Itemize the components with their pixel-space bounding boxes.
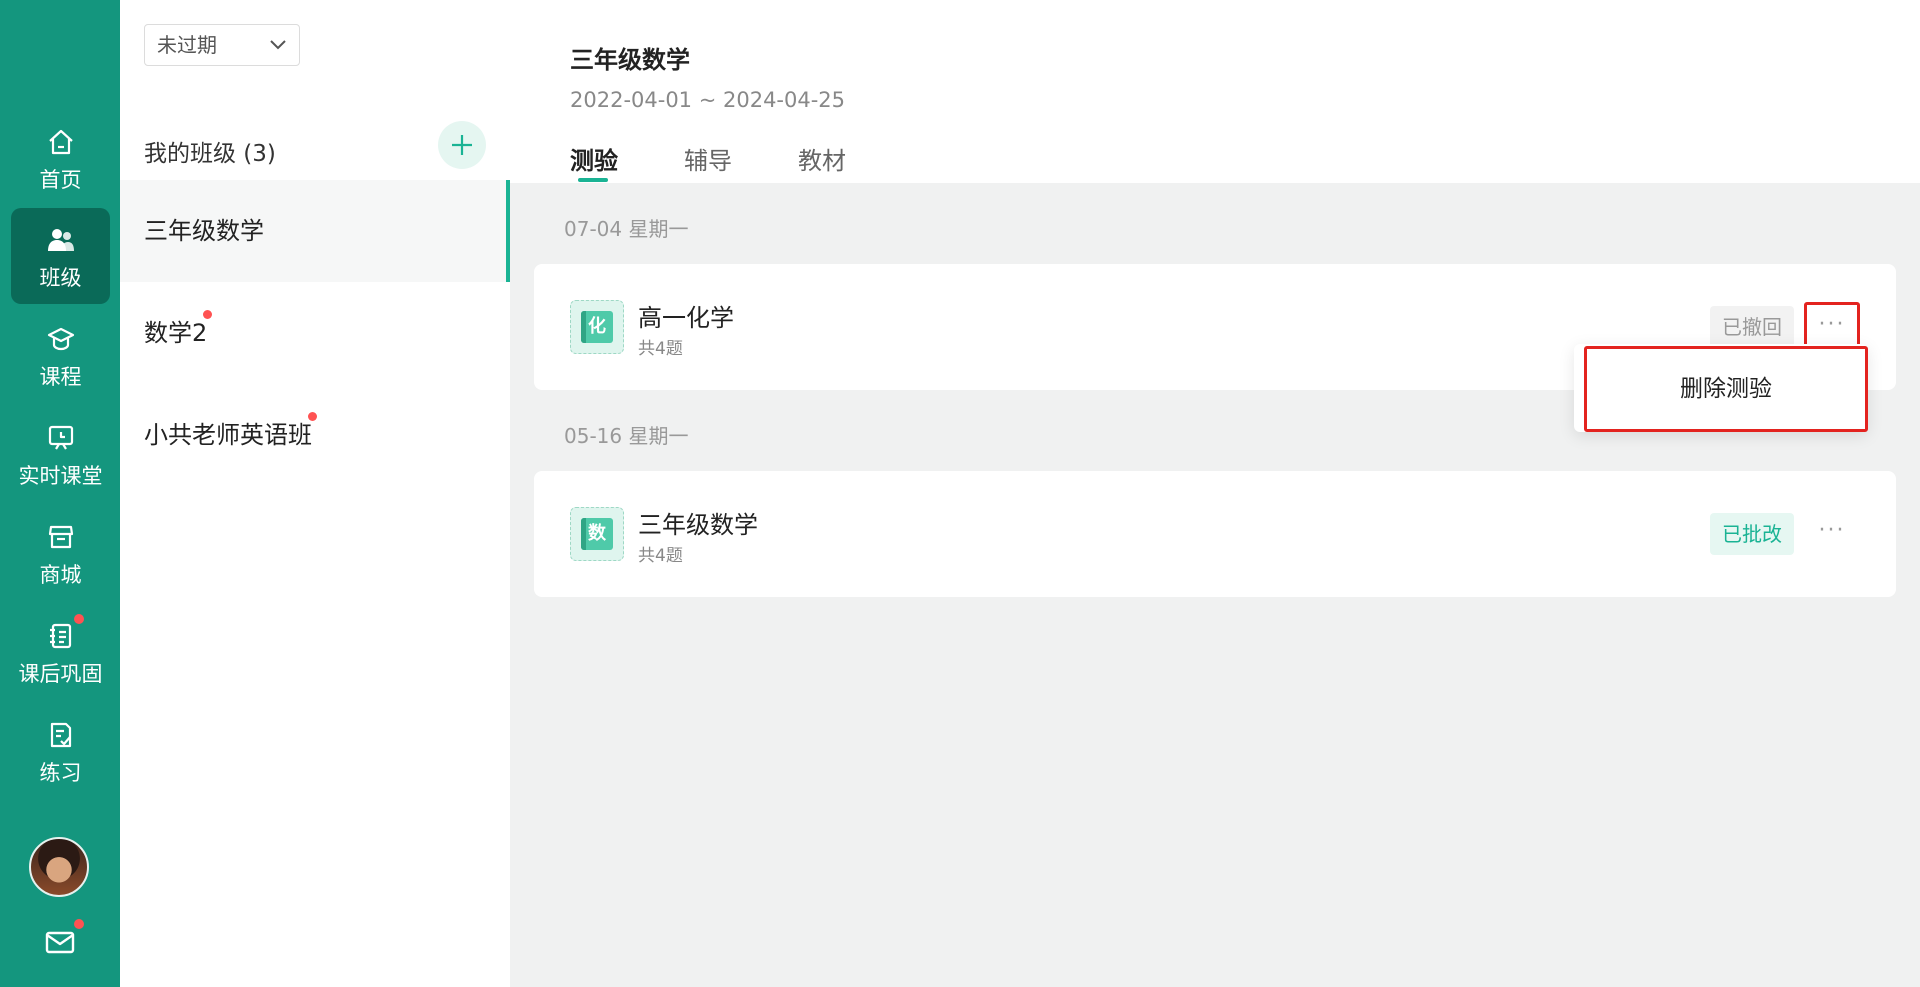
class-item[interactable]: 小共老师英语班: [120, 384, 510, 486]
status-badge: 已批改: [1710, 513, 1794, 555]
class-header: 三年级数学 2022-04-01 ~ 2024-04-25 测验 辅导 教材: [510, 0, 1920, 183]
more-options-menu: 删除测验: [1574, 344, 1868, 432]
class-item[interactable]: 三年级数学: [120, 180, 510, 282]
nav-label: 首页: [39, 168, 82, 192]
nav-label: 实时课堂: [18, 464, 103, 488]
quiz-card[interactable]: 数 三年级数学 共4题 已批改 ···: [534, 471, 1896, 597]
user-avatar[interactable]: [29, 837, 89, 897]
nav-item-store[interactable]: 商城: [11, 505, 110, 601]
class-item-label: 三年级数学: [144, 217, 264, 245]
date-group-label: 07-04 星期一: [564, 217, 689, 241]
status-filter-select[interactable]: 未过期: [144, 24, 300, 66]
delete-quiz-menu-item[interactable]: 删除测验: [1584, 346, 1868, 432]
active-tab-indicator: [578, 178, 608, 182]
nav-label: 班级: [39, 266, 82, 290]
nav-badge-dot: [74, 614, 84, 624]
date-group-label: 05-16 星期一: [564, 424, 689, 448]
nav-item-live-classroom[interactable]: 实时课堂: [11, 406, 110, 502]
math-book-icon: 数: [570, 507, 624, 561]
nav-item-home[interactable]: 首页: [11, 110, 110, 206]
my-classes-title: 我的班级 (3): [144, 141, 276, 167]
nav-item-practice[interactable]: 练习: [11, 703, 110, 799]
tab-quiz[interactable]: 测验: [570, 141, 618, 176]
class-item[interactable]: 数学2: [120, 282, 510, 384]
quiz-question-count: 共4题: [638, 546, 683, 566]
quiz-title: 高一化学: [638, 304, 734, 332]
nav-label: 课程: [39, 365, 82, 389]
notebook-icon: [50, 623, 72, 649]
tab-textbook[interactable]: 教材: [798, 141, 846, 176]
chemistry-book-icon: 化: [570, 300, 624, 354]
quiz-title: 三年级数学: [638, 511, 758, 539]
nav-label: 课后巩固: [18, 662, 103, 686]
class-item-label: 小共老师英语班: [144, 421, 312, 449]
whiteboard-icon: [48, 425, 74, 450]
nav-label: 练习: [39, 761, 82, 785]
status-badge: 已撤回: [1710, 306, 1794, 348]
nav-item-course[interactable]: 课程: [11, 307, 110, 403]
nav-item-homework[interactable]: 课后巩固: [11, 604, 110, 700]
mail-badge-dot: [74, 919, 84, 929]
graduation-cap-icon: [47, 327, 75, 351]
home-icon: [49, 129, 73, 155]
checklist-icon: [50, 722, 72, 748]
filter-value: 未过期: [157, 33, 217, 57]
nav-label: 商城: [39, 563, 82, 587]
quiz-question-count: 共4题: [638, 339, 683, 359]
class-icon: [48, 229, 74, 251]
page-title: 三年级数学: [570, 46, 690, 74]
chevron-down-icon: [270, 40, 286, 50]
store-icon: [48, 525, 74, 549]
plus-icon: [452, 135, 472, 155]
unread-dot: [308, 412, 317, 421]
add-class-button[interactable]: [438, 121, 486, 169]
main-nav: 首页 班级 课程 实时课堂 商城 课后巩固 练习: [0, 0, 120, 987]
nav-item-class[interactable]: 班级: [11, 208, 110, 304]
date-range: 2022-04-01 ~ 2024-04-25: [570, 88, 846, 112]
class-item-label: 数学2: [144, 319, 208, 347]
tab-tutoring[interactable]: 辅导: [684, 141, 732, 176]
more-options-button[interactable]: ···: [1804, 509, 1860, 559]
unread-dot: [203, 310, 213, 319]
class-list-panel: 未过期 我的班级 (3) 三年级数学 数学2 小共老师英语班: [120, 0, 510, 987]
mail-icon[interactable]: [44, 926, 76, 958]
